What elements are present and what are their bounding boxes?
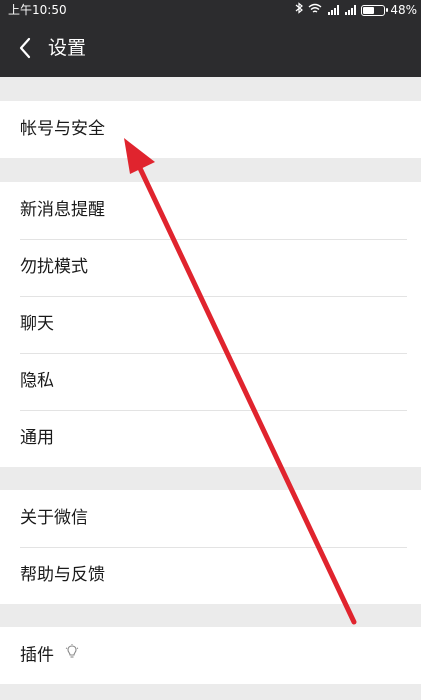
settings-group-account: 帐号与安全 — [0, 101, 421, 158]
page-title: 设置 — [48, 37, 87, 59]
settings-item-chat[interactable]: 聊天 — [0, 296, 421, 353]
status-time: 上午10:50 — [8, 3, 67, 17]
settings-item-label: 帮助与反馈 — [20, 565, 105, 585]
settings-item-about[interactable]: 关于微信 — [0, 490, 421, 547]
settings-item-label: 帐号与安全 — [20, 119, 105, 139]
settings-item-plugins[interactable]: 插件 — [0, 627, 421, 684]
settings-item-account-security[interactable]: 帐号与安全 — [0, 101, 421, 158]
bluetooth-icon — [295, 0, 304, 20]
battery-text: 48% — [390, 3, 417, 17]
settings-item-help-feedback[interactable]: 帮助与反馈 — [0, 547, 421, 604]
settings-item-notifications[interactable]: 新消息提醒 — [0, 182, 421, 239]
settings-item-privacy[interactable]: 隐私 — [0, 353, 421, 410]
signal-icon — [327, 5, 340, 15]
settings-group-plugins: 插件 — [0, 627, 421, 684]
settings-item-general[interactable]: 通用 — [0, 410, 421, 467]
lightbulb-icon — [65, 627, 79, 684]
settings-item-label: 隐私 — [20, 371, 54, 391]
settings-item-do-not-disturb[interactable]: 勿扰模式 — [0, 239, 421, 296]
status-icons: 48% — [290, 0, 417, 20]
signal-icon — [344, 5, 357, 15]
chevron-left-icon — [19, 37, 31, 59]
settings-item-label: 通用 — [20, 428, 54, 448]
battery-fill — [363, 6, 374, 14]
settings-item-label: 勿扰模式 — [20, 257, 88, 277]
battery-icon — [361, 4, 389, 16]
title-bar: 设置 — [0, 20, 421, 77]
status-bar: 上午10:50 48% — [0, 0, 421, 20]
settings-item-label: 关于微信 — [20, 508, 88, 528]
settings-group-general: 新消息提醒 勿扰模式 聊天 隐私 通用 — [0, 182, 421, 467]
back-button[interactable] — [10, 33, 40, 63]
settings-item-label: 聊天 — [20, 314, 54, 334]
settings-item-label: 新消息提醒 — [20, 200, 105, 220]
wifi-icon — [308, 0, 322, 20]
settings-item-label: 插件 — [20, 645, 54, 666]
settings-group-about: 关于微信 帮助与反馈 — [0, 490, 421, 604]
